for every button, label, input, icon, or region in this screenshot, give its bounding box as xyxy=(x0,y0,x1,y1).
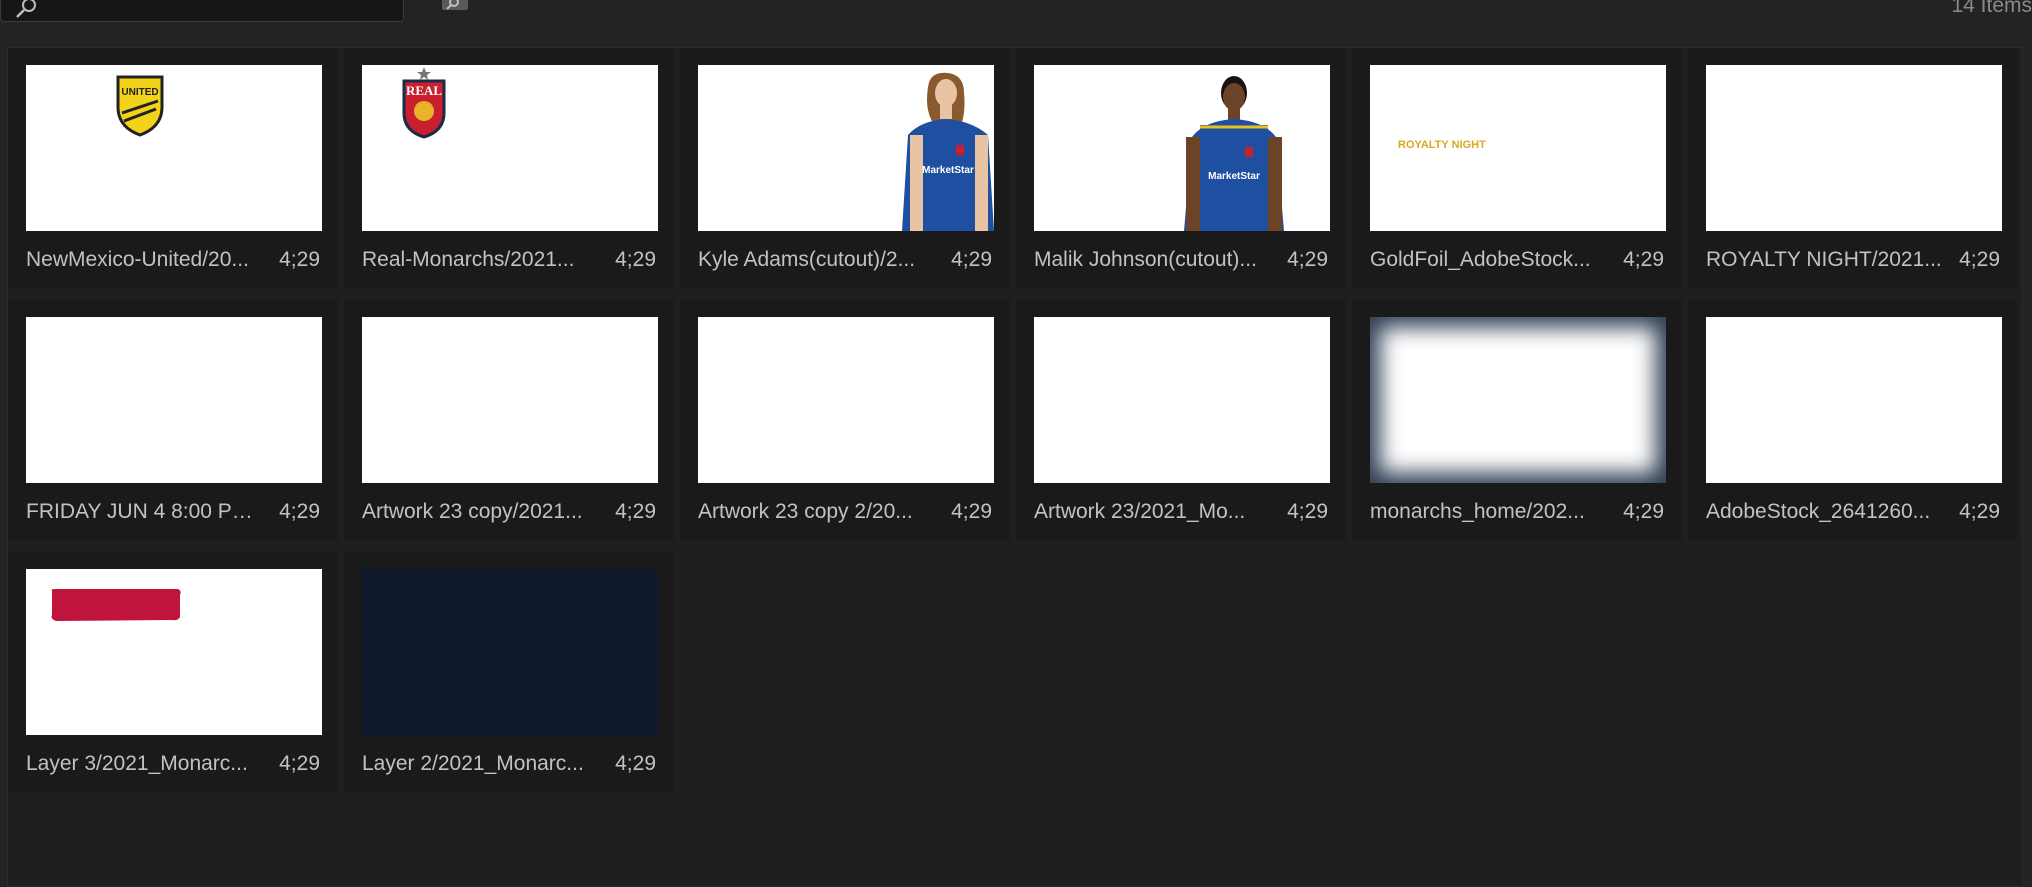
clip-thumbnail xyxy=(1706,317,2002,483)
clip-item[interactable]: MarketStar Malik Johnson(cutout)... 4;29 xyxy=(1016,48,1346,288)
clip-duration: 4;29 xyxy=(279,500,320,523)
clip-thumbnail xyxy=(362,317,658,483)
clip-duration: 4;29 xyxy=(1623,248,1664,271)
clip-thumbnail xyxy=(26,317,322,483)
clip-item[interactable]: monarchs_home/202... 4;29 xyxy=(1352,300,1682,540)
clip-duration: 4;29 xyxy=(279,752,320,775)
clip-name: FRIDAY JUN 4 8:00 PM... xyxy=(26,500,266,523)
clip-item[interactable]: Layer 3/2021_Monarc... 4;29 xyxy=(8,552,338,792)
clip-name: Layer 3/2021_Monarc... xyxy=(26,752,248,775)
clip-item[interactable]: ROYALTY NIGHT/2021... 4;29 xyxy=(1688,48,2018,288)
united-logo-text: UNITED xyxy=(121,87,158,98)
clip-duration: 4;29 xyxy=(1287,248,1328,271)
clip-thumbnail xyxy=(362,569,658,735)
clip-name: Kyle Adams(cutout)/2... xyxy=(698,248,916,271)
real-logo-text: REAL xyxy=(406,83,442,98)
clip-name: ROYALTY NIGHT/2021... xyxy=(1706,248,1942,271)
clip-item[interactable]: UNITED NewMexico-United/20... 4;29 xyxy=(8,48,338,288)
clip-duration: 4;29 xyxy=(615,500,656,523)
clip-duration: 4;29 xyxy=(279,248,320,271)
clip-thumbnail: ROYALTY NIGHT xyxy=(1370,65,1666,231)
clip-thumbnail xyxy=(26,569,322,735)
clip-duration: 4;29 xyxy=(951,248,992,271)
jersey-sponsor-text: MarketStar xyxy=(1208,171,1260,182)
clip-item[interactable]: Artwork 23 copy/2021... 4;29 xyxy=(344,300,674,540)
clip-thumbnail: MarketStar xyxy=(698,65,994,231)
clip-duration: 4;29 xyxy=(1623,500,1664,523)
clip-item[interactable]: AdobeStock_2641260... 4;29 xyxy=(1688,300,2018,540)
clip-name: Artwork 23 copy/2021... xyxy=(362,500,583,523)
clip-thumbnail: MarketStar xyxy=(1034,65,1330,231)
red-brush-stroke xyxy=(51,589,181,621)
search-icon xyxy=(16,0,36,18)
clip-thumbnail xyxy=(1706,65,2002,231)
clip-name: Artwork 23 copy 2/20... xyxy=(698,500,913,523)
clip-item[interactable]: ROYALTY NIGHT GoldFoil_AdobeStock... 4;2… xyxy=(1352,48,1682,288)
clip-name: GoldFoil_AdobeStock... xyxy=(1370,248,1591,271)
clip-thumbnail xyxy=(1034,317,1330,483)
project-bin-panel: UNITED NewMexico-United/20... 4;29 REAL … xyxy=(7,47,2023,887)
clip-item[interactable]: MarketStar Kyle Adams(cutout)/2... 4;29 xyxy=(680,48,1010,288)
royalty-night-text: ROYALTY NIGHT xyxy=(1398,139,1486,151)
clip-duration: 4;29 xyxy=(615,248,656,271)
clip-duration: 4;29 xyxy=(1959,248,2000,271)
clip-thumbnail: UNITED xyxy=(26,65,322,231)
clip-item[interactable]: REAL Real-Monarchs/2021... 4;29 xyxy=(344,48,674,288)
clip-duration: 4;29 xyxy=(951,500,992,523)
clip-duration: 4;29 xyxy=(1959,500,2000,523)
clip-item[interactable]: Artwork 23 copy 2/20... 4;29 xyxy=(680,300,1010,540)
clip-name: Real-Monarchs/2021... xyxy=(362,248,575,271)
clip-item[interactable]: Layer 2/2021_Monarc... 4;29 xyxy=(344,552,674,792)
clip-thumbnail: REAL xyxy=(362,65,658,231)
search-field[interactable] xyxy=(0,0,404,22)
search-input[interactable] xyxy=(45,0,389,19)
clip-name: Artwork 23/2021_Mo... xyxy=(1034,500,1246,523)
clip-name: Layer 2/2021_Monarc... xyxy=(362,752,584,775)
clip-thumbnail xyxy=(1370,317,1666,483)
clip-duration: 4;29 xyxy=(1287,500,1328,523)
clip-item[interactable]: FRIDAY JUN 4 8:00 PM... 4;29 xyxy=(8,300,338,540)
new-mexico-united-logo: UNITED xyxy=(116,75,164,137)
player-cutout-image: MarketStar xyxy=(902,72,994,231)
clip-name: Malik Johnson(cutout)... xyxy=(1034,248,1257,271)
clip-name: NewMexico-United/20... xyxy=(26,248,249,271)
clip-name: AdobeStock_2641260... xyxy=(1706,500,1931,523)
bin-toolbar: 14 Items xyxy=(0,0,2032,46)
item-count: 14 Items xyxy=(1951,0,2032,17)
clip-name: monarchs_home/202... xyxy=(1370,500,1585,523)
real-monarchs-logo: REAL xyxy=(402,67,446,139)
jersey-sponsor-text: MarketStar xyxy=(922,165,974,176)
clip-thumbnail xyxy=(698,317,994,483)
new-bin-button[interactable] xyxy=(440,0,470,14)
player-cutout-image: MarketStar xyxy=(1184,76,1284,231)
new-bin-icon xyxy=(442,0,468,10)
clip-item[interactable]: Artwork 23/2021_Mo... 4;29 xyxy=(1016,300,1346,540)
clip-duration: 4;29 xyxy=(615,752,656,775)
